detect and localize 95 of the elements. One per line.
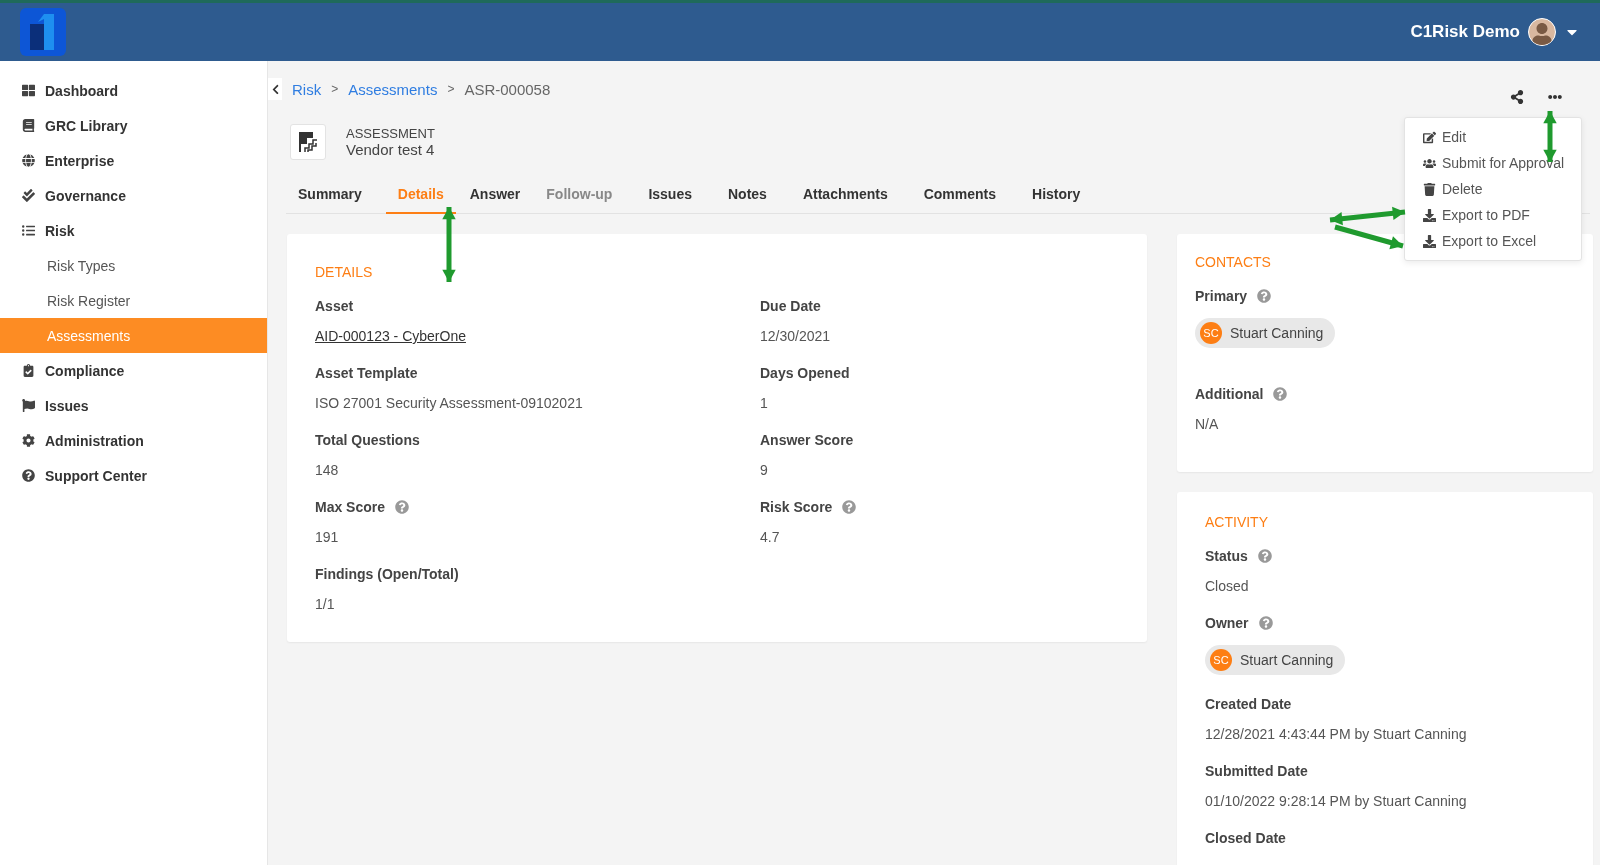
asset-link[interactable]: AID-000123 - CyberOne [315, 328, 466, 344]
initials-avatar: SC [1200, 322, 1222, 344]
field-label: Closed Date [1205, 830, 1286, 846]
field-label: Created Date [1205, 696, 1292, 712]
field-label: Primary [1195, 288, 1248, 304]
user-avatar[interactable] [1528, 18, 1556, 46]
field-value: 12/28/2021 4:43:44 PM by Stuart Canning [1205, 726, 1468, 742]
tab[interactable]: Answer [457, 174, 533, 214]
grid-icon [22, 84, 35, 97]
sidebar-item[interactable]: GRC Library [0, 108, 267, 143]
help-icon[interactable] [1273, 387, 1288, 401]
user-name[interactable]: C1Risk Demo [1410, 22, 1520, 42]
person-name: Stuart Canning [1230, 325, 1324, 341]
sidebar-item[interactable]: Enterprise [0, 143, 267, 178]
tab[interactable]: Notes [716, 174, 779, 214]
field-label: Submitted Date [1205, 763, 1308, 779]
share-icon[interactable] [1510, 90, 1524, 104]
sidebar-item[interactable]: Issues [0, 388, 267, 423]
sidebar-subitem[interactable]: Risk Register [0, 283, 267, 318]
globe-icon [22, 154, 35, 167]
tab[interactable]: Attachments [790, 174, 900, 214]
field-value: 1 [760, 395, 769, 411]
book-icon [22, 119, 35, 132]
tab[interactable]: History [1020, 174, 1093, 214]
field-value: 148 [315, 462, 340, 478]
field-value: 12/30/2021 [760, 328, 832, 344]
field-value: 01/10/2022 9:28:14 PM by Stuart Canning [1205, 793, 1468, 809]
field-label: Owner [1205, 615, 1249, 631]
clipboard-icon [22, 364, 35, 377]
field-label: Total Questions [315, 432, 420, 448]
sidebar-item[interactable]: Support Center [0, 458, 267, 493]
menu-item[interactable]: Edit [1405, 124, 1581, 150]
help-icon[interactable] [1258, 616, 1273, 630]
card-title: CONTACTS [1195, 254, 1272, 270]
field-value: 1/1 [315, 596, 336, 612]
menu-item[interactable]: Export to Excel [1405, 228, 1581, 254]
field-value: 4.7 [760, 529, 781, 545]
tab[interactable]: Issues [636, 174, 704, 214]
breadcrumb-link[interactable]: Risk [292, 80, 322, 98]
field-label: Answer Score [760, 432, 854, 448]
flag-icon [22, 399, 35, 412]
people-icon [1423, 156, 1436, 170]
person-chip[interactable]: SC Stuart Canning [1195, 318, 1336, 348]
field-label: Max Score [315, 499, 386, 515]
back-button[interactable] [268, 78, 282, 100]
logo-icon[interactable] [20, 8, 66, 56]
field-value: 9 [760, 462, 769, 478]
field-value: ISO 27001 Security Assessment-09102021 [315, 395, 584, 411]
help-icon[interactable] [1257, 549, 1272, 563]
record-name: Vendor test 4 [346, 141, 435, 158]
annotation-arrow [1334, 224, 1404, 250]
field-value: 191 [315, 529, 340, 545]
field-label: Status [1205, 548, 1248, 564]
sidebar-item[interactable]: Dashboard [0, 73, 267, 108]
initials-avatar: SC [1210, 649, 1232, 671]
sidebar-subitem[interactable]: Risk Types [0, 248, 267, 283]
download-icon [1423, 234, 1436, 248]
field-value: Closed [1205, 578, 1250, 594]
field-label: Findings (Open/Total) [315, 566, 459, 582]
person-chip[interactable]: SC Stuart Canning [1205, 645, 1346, 675]
menu-item[interactable]: Submit for Approval [1405, 150, 1581, 176]
card-title: DETAILS [315, 264, 374, 280]
help-icon [22, 469, 35, 482]
menu-item[interactable]: Export to PDF [1405, 202, 1581, 228]
gear-icon [22, 434, 35, 447]
sidebar-item[interactable]: Governance [0, 178, 267, 213]
field-label: Due Date [760, 298, 821, 314]
breadcrumb-separator: > [447, 82, 455, 96]
menu-item[interactable]: Delete [1405, 176, 1581, 202]
sidebar-item[interactable]: Compliance [0, 353, 267, 388]
stairs-icon [290, 124, 326, 160]
edit-icon [1423, 130, 1436, 144]
list-icon [22, 224, 35, 237]
checkmark-icon [22, 189, 35, 202]
breadcrumb-current: ASR-000058 [464, 80, 551, 98]
field-value: N/A [1195, 416, 1220, 432]
help-icon[interactable] [842, 500, 857, 514]
person-name: Stuart Canning [1240, 652, 1334, 668]
download-icon [1423, 208, 1436, 222]
card-title: ACTIVITY [1205, 514, 1269, 530]
field-label: Asset [315, 298, 354, 314]
sidebar-item[interactable]: Risk [0, 213, 267, 248]
help-icon[interactable] [395, 500, 410, 514]
field-label: Days Opened [760, 365, 850, 381]
field-label: Additional [1195, 386, 1264, 402]
breadcrumb-link[interactable]: Assessments [348, 80, 438, 98]
field-label: Asset Template [315, 365, 418, 381]
record-type: ASSESSMENT [346, 126, 435, 141]
tab[interactable]: Comments [911, 174, 1009, 214]
sidebar-item[interactable]: Administration [0, 423, 267, 458]
breadcrumb-separator: > [331, 82, 339, 96]
help-icon[interactable] [1257, 289, 1272, 303]
trash-icon [1423, 182, 1436, 196]
tab[interactable]: Summary [286, 174, 374, 214]
field-label: Risk Score [760, 499, 833, 515]
